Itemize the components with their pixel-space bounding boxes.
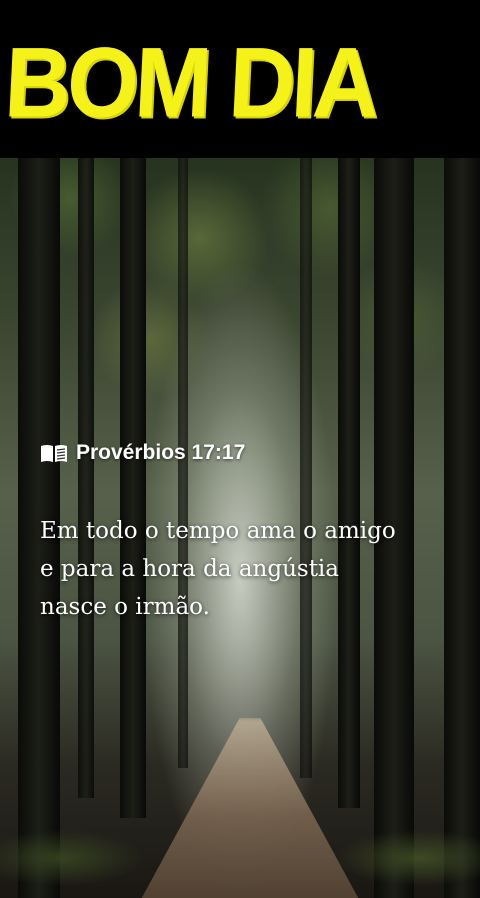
- tree-trunk: [120, 158, 146, 818]
- verse-reference: Provérbios 17:17: [40, 440, 245, 466]
- tree-trunk: [300, 158, 312, 778]
- verse-text: Em todo o tempo ama o amigo e para a hor…: [40, 518, 396, 620]
- tree-trunk: [338, 158, 360, 808]
- tree-trunk: [78, 158, 94, 798]
- forest-background-image: Provérbios 17:17 Em todo o tempo ama o a…: [0, 158, 480, 898]
- verse-reference-label: Provérbios 17:17: [76, 441, 246, 464]
- header: BOM DIA: [0, 0, 480, 158]
- undergrowth: [0, 798, 480, 898]
- open-book-icon: [41, 445, 67, 462]
- headline-bom-dia: BOM DIA: [2, 27, 379, 138]
